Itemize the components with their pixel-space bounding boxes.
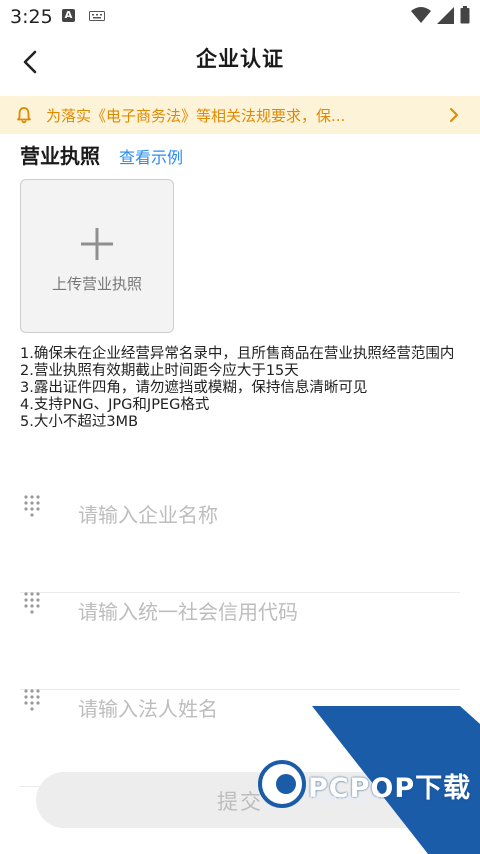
watermark-sub: PCPOP Download [310,795,379,804]
upload-license-button[interactable]: 上传营业执照 [20,179,174,333]
chevron-right-icon [450,108,458,122]
plus-icon [81,228,113,260]
keypad-icon [24,689,40,711]
credit-code-input[interactable] [78,592,448,632]
requirement-item: 1.确保未在企业经营异常名录中，且所售商品在营业执照经营范围内 [20,346,455,362]
company-name-field[interactable] [20,495,460,593]
wifi-icon [411,7,431,23]
keypad-icon [24,592,40,614]
keypad-icon [24,495,40,517]
a-icon: A [62,9,75,22]
upload-label: 上传营业执照 [51,275,142,293]
requirement-item: 2.营业执照有效期截止时间距今应大于15天 [20,363,299,379]
notice-text: 为落实《电子商务法》等相关法规要求，保... [46,107,346,125]
requirement-item: 4.支持PNG、JPG和JPEG格式 [20,397,210,413]
status-bar: 3:25 A [0,0,480,34]
keyboard-icon [89,11,105,21]
bell-icon [17,107,31,124]
legal-person-input[interactable] [78,689,448,729]
status-time: 3:25 [10,6,53,28]
page-title: 企业认证 [196,47,284,71]
view-example-link[interactable]: 查看示例 [119,144,183,168]
notice-bar[interactable]: 为落实《电子商务法》等相关法规要求，保... [0,96,480,134]
credit-code-field[interactable] [20,592,460,690]
header: 企业认证 [0,34,480,90]
section-title: 营业执照 [20,144,100,168]
battery-icon [460,6,470,24]
signal-icon [437,7,454,24]
requirement-item: 5.大小不超过3MB [20,414,139,430]
company-name-input[interactable] [78,495,448,535]
requirements-list: 1.确保未在企业经营异常名录中，且所售商品在营业执照经营范围内 2.营业执照有效… [20,346,460,431]
requirement-item: 3.露出证件四角，请勿遮挡或模糊，保持信息清晰可见 [20,380,368,396]
